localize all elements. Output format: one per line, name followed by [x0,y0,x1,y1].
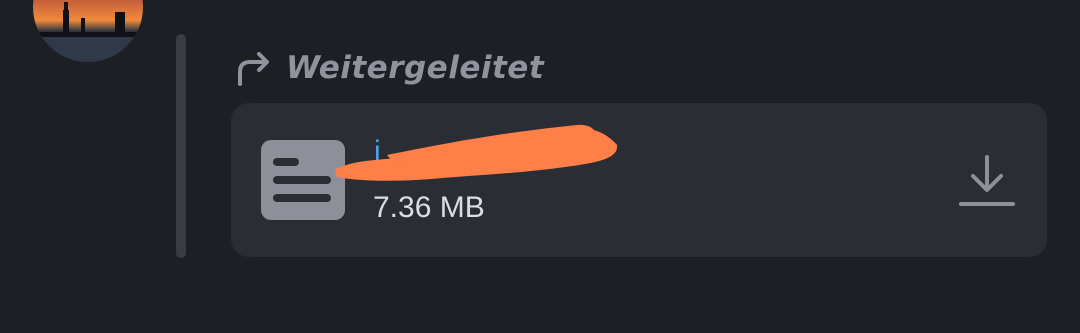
forward-indicator-bar [176,34,186,258]
document-icon [261,138,345,222]
file-size: 7.36 MB [373,191,485,224]
download-icon [959,155,1015,206]
redaction-mark [327,115,627,185]
forward-label: Weitergeleitet [286,50,545,86]
file-name-link[interactable]: i [374,135,381,169]
download-button[interactable] [958,153,1016,211]
message-area: Weitergeleitet i 7.36 MB [0,0,1080,333]
user-avatar[interactable] [33,0,143,62]
forward-header: Weitergeleitet [234,44,544,92]
forward-arrow-icon [234,48,274,88]
file-attachment-card: i 7.36 MB [231,103,1047,257]
